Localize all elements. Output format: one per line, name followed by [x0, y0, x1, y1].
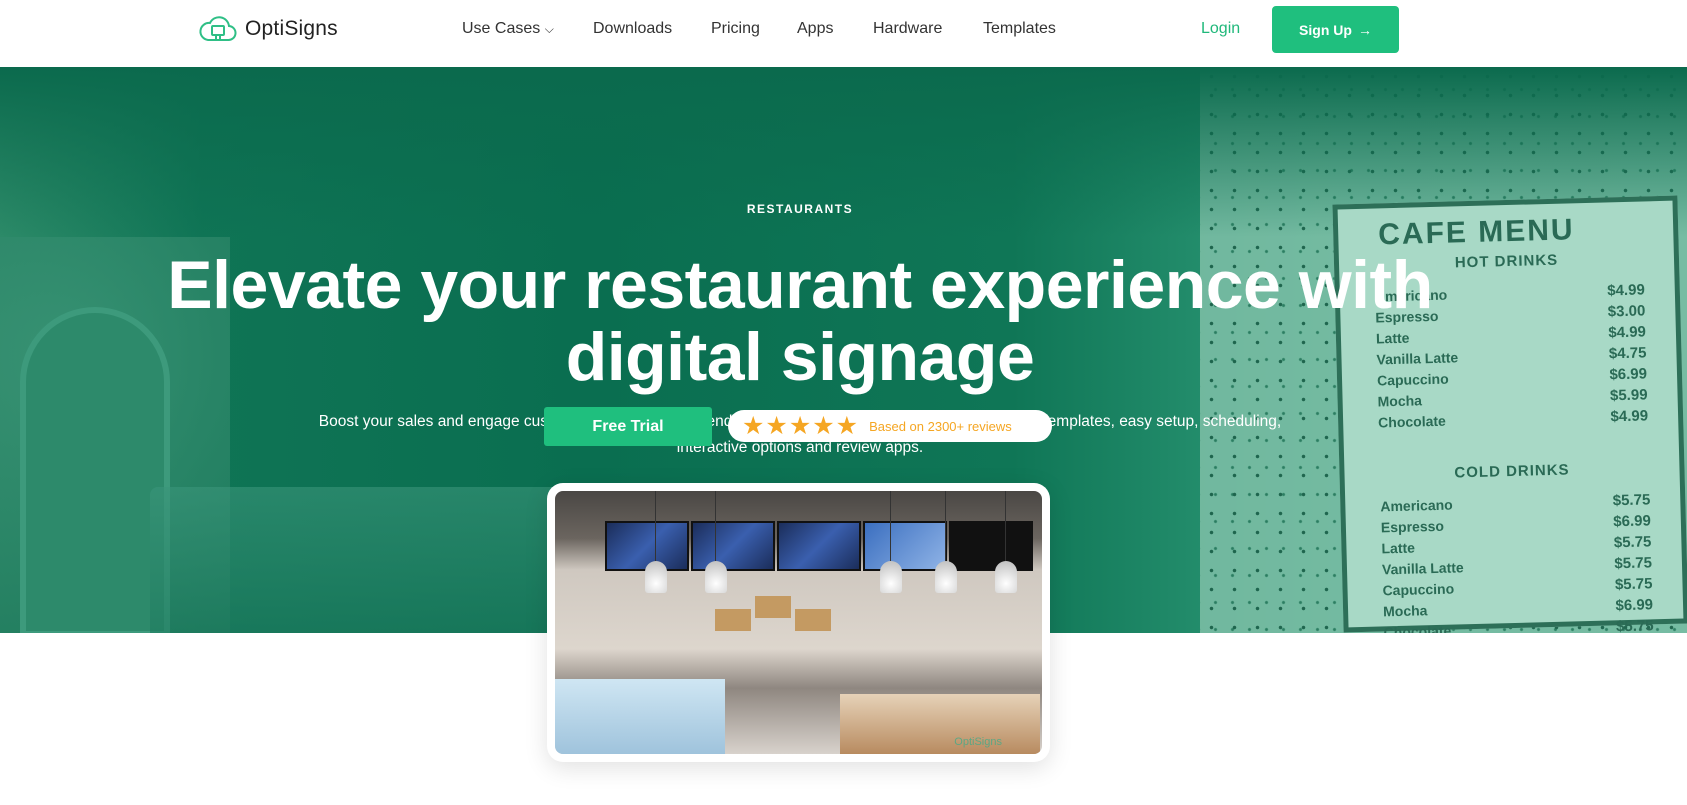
menu-row: Latte $5.75	[1381, 533, 1651, 557]
menu-row: Espresso $6.99	[1381, 512, 1651, 536]
headline-line-2: digital signage	[565, 319, 1035, 395]
menu-item-price: $4.99	[1607, 281, 1646, 300]
menu-screen	[949, 521, 1033, 571]
photo-watermark: OptiSigns	[954, 736, 1002, 748]
signup-button[interactable]: Sign Up →	[1272, 6, 1399, 53]
login-link[interactable]: Login	[1201, 20, 1240, 38]
signup-label: Sign Up	[1299, 21, 1352, 38]
menu-row: Mocha $6.99	[1383, 596, 1653, 620]
menu-item-name: Latte	[1381, 539, 1416, 557]
menu-screen	[777, 521, 861, 571]
pendant-lamp	[705, 491, 727, 593]
menu-item-name: Vanilla Latte	[1381, 559, 1464, 578]
menu-item-name: Mocha	[1377, 392, 1423, 410]
menu-item-price: $5.75	[1613, 533, 1652, 552]
pendant-lamp	[995, 491, 1017, 593]
hero-headline: Elevate your restaurant experience with d…	[0, 249, 1600, 393]
restaurant-photo: OptiSigns	[555, 491, 1042, 754]
wall-shelf	[755, 596, 791, 618]
wall-shelf	[715, 609, 751, 631]
menu-item-price: $6.99	[1615, 596, 1654, 615]
menu-row: Capuccino $5.75	[1382, 575, 1652, 599]
menu-item-name: Chocolate	[1383, 622, 1452, 633]
pastry-case	[840, 694, 1040, 754]
menu-item-price: $5.75	[1615, 617, 1654, 633]
menu-item-price: $4.99	[1608, 323, 1647, 342]
menu-item-name: Espresso	[1380, 517, 1445, 536]
nav-templates[interactable]: Templates	[983, 20, 1056, 38]
top-nav: OptiSigns Use Cases ⌵ Downloads Pricing …	[0, 0, 1687, 67]
headline-line-1: Elevate your restaurant experience with	[167, 247, 1433, 323]
brand-name: OptiSigns	[245, 17, 338, 40]
menu-row: Chocolate $5.75	[1383, 617, 1653, 633]
menu-item-price: $5.75	[1614, 575, 1653, 594]
menu-item-name: Americano	[1380, 496, 1453, 515]
menu-item-name: Capuccino	[1382, 580, 1455, 599]
hero-image-card: OptiSigns	[547, 483, 1050, 762]
menu-item-price: $6.99	[1613, 512, 1652, 531]
menu-item-price: $5.75	[1612, 491, 1651, 510]
reviews-text: Based on 2300+ reviews	[869, 418, 1012, 434]
display-case	[555, 679, 725, 754]
free-trial-button[interactable]: Free Trial	[544, 407, 712, 446]
nav-apps[interactable]: Apps	[797, 20, 833, 38]
menu-item-price: $5.99	[1609, 386, 1648, 405]
menu-item-price: $6.99	[1609, 365, 1648, 384]
menu-row: Americano $5.75	[1380, 491, 1650, 515]
chevron-down-icon: ⌵	[544, 22, 554, 36]
menu-item-price: $4.75	[1608, 344, 1647, 363]
menu-row: Chocolate $4.99	[1378, 407, 1648, 431]
menu-screen	[863, 521, 947, 571]
hero-eyebrow: RESTAURANTS	[746, 202, 854, 216]
wall-shelf	[795, 609, 831, 631]
nav-use-cases-label: Use Cases	[462, 20, 541, 37]
nav-hardware[interactable]: Hardware	[873, 20, 942, 38]
pendant-lamp	[645, 491, 667, 593]
brand-logo[interactable]: OptiSigns	[199, 14, 338, 44]
menu-item-name: Chocolate	[1377, 412, 1447, 431]
cloud-screen-logo-icon	[199, 16, 237, 41]
pendant-lamp	[880, 491, 902, 593]
menu-item-price: $4.99	[1610, 407, 1649, 426]
menu-item-price: $3.00	[1607, 302, 1646, 321]
menu-row: Vanilla Latte $5.75	[1382, 554, 1652, 578]
star-rating-icon: ★★★★★	[742, 411, 860, 440]
nav-use-cases[interactable]: Use Cases ⌵	[462, 20, 554, 38]
menu-cold-title: COLD DRINKS	[1454, 461, 1570, 482]
nav-downloads[interactable]: Downloads	[593, 20, 672, 38]
arrow-right-icon: →	[1357, 21, 1372, 38]
nav-pricing[interactable]: Pricing	[711, 20, 760, 38]
menu-screen	[691, 521, 775, 571]
menu-item-name: Mocha	[1382, 602, 1428, 620]
reviews-badge[interactable]: ★★★★★ Based on 2300+ reviews	[728, 410, 1052, 442]
pendant-lamp	[935, 491, 957, 593]
menu-item-price: $5.75	[1614, 554, 1653, 573]
